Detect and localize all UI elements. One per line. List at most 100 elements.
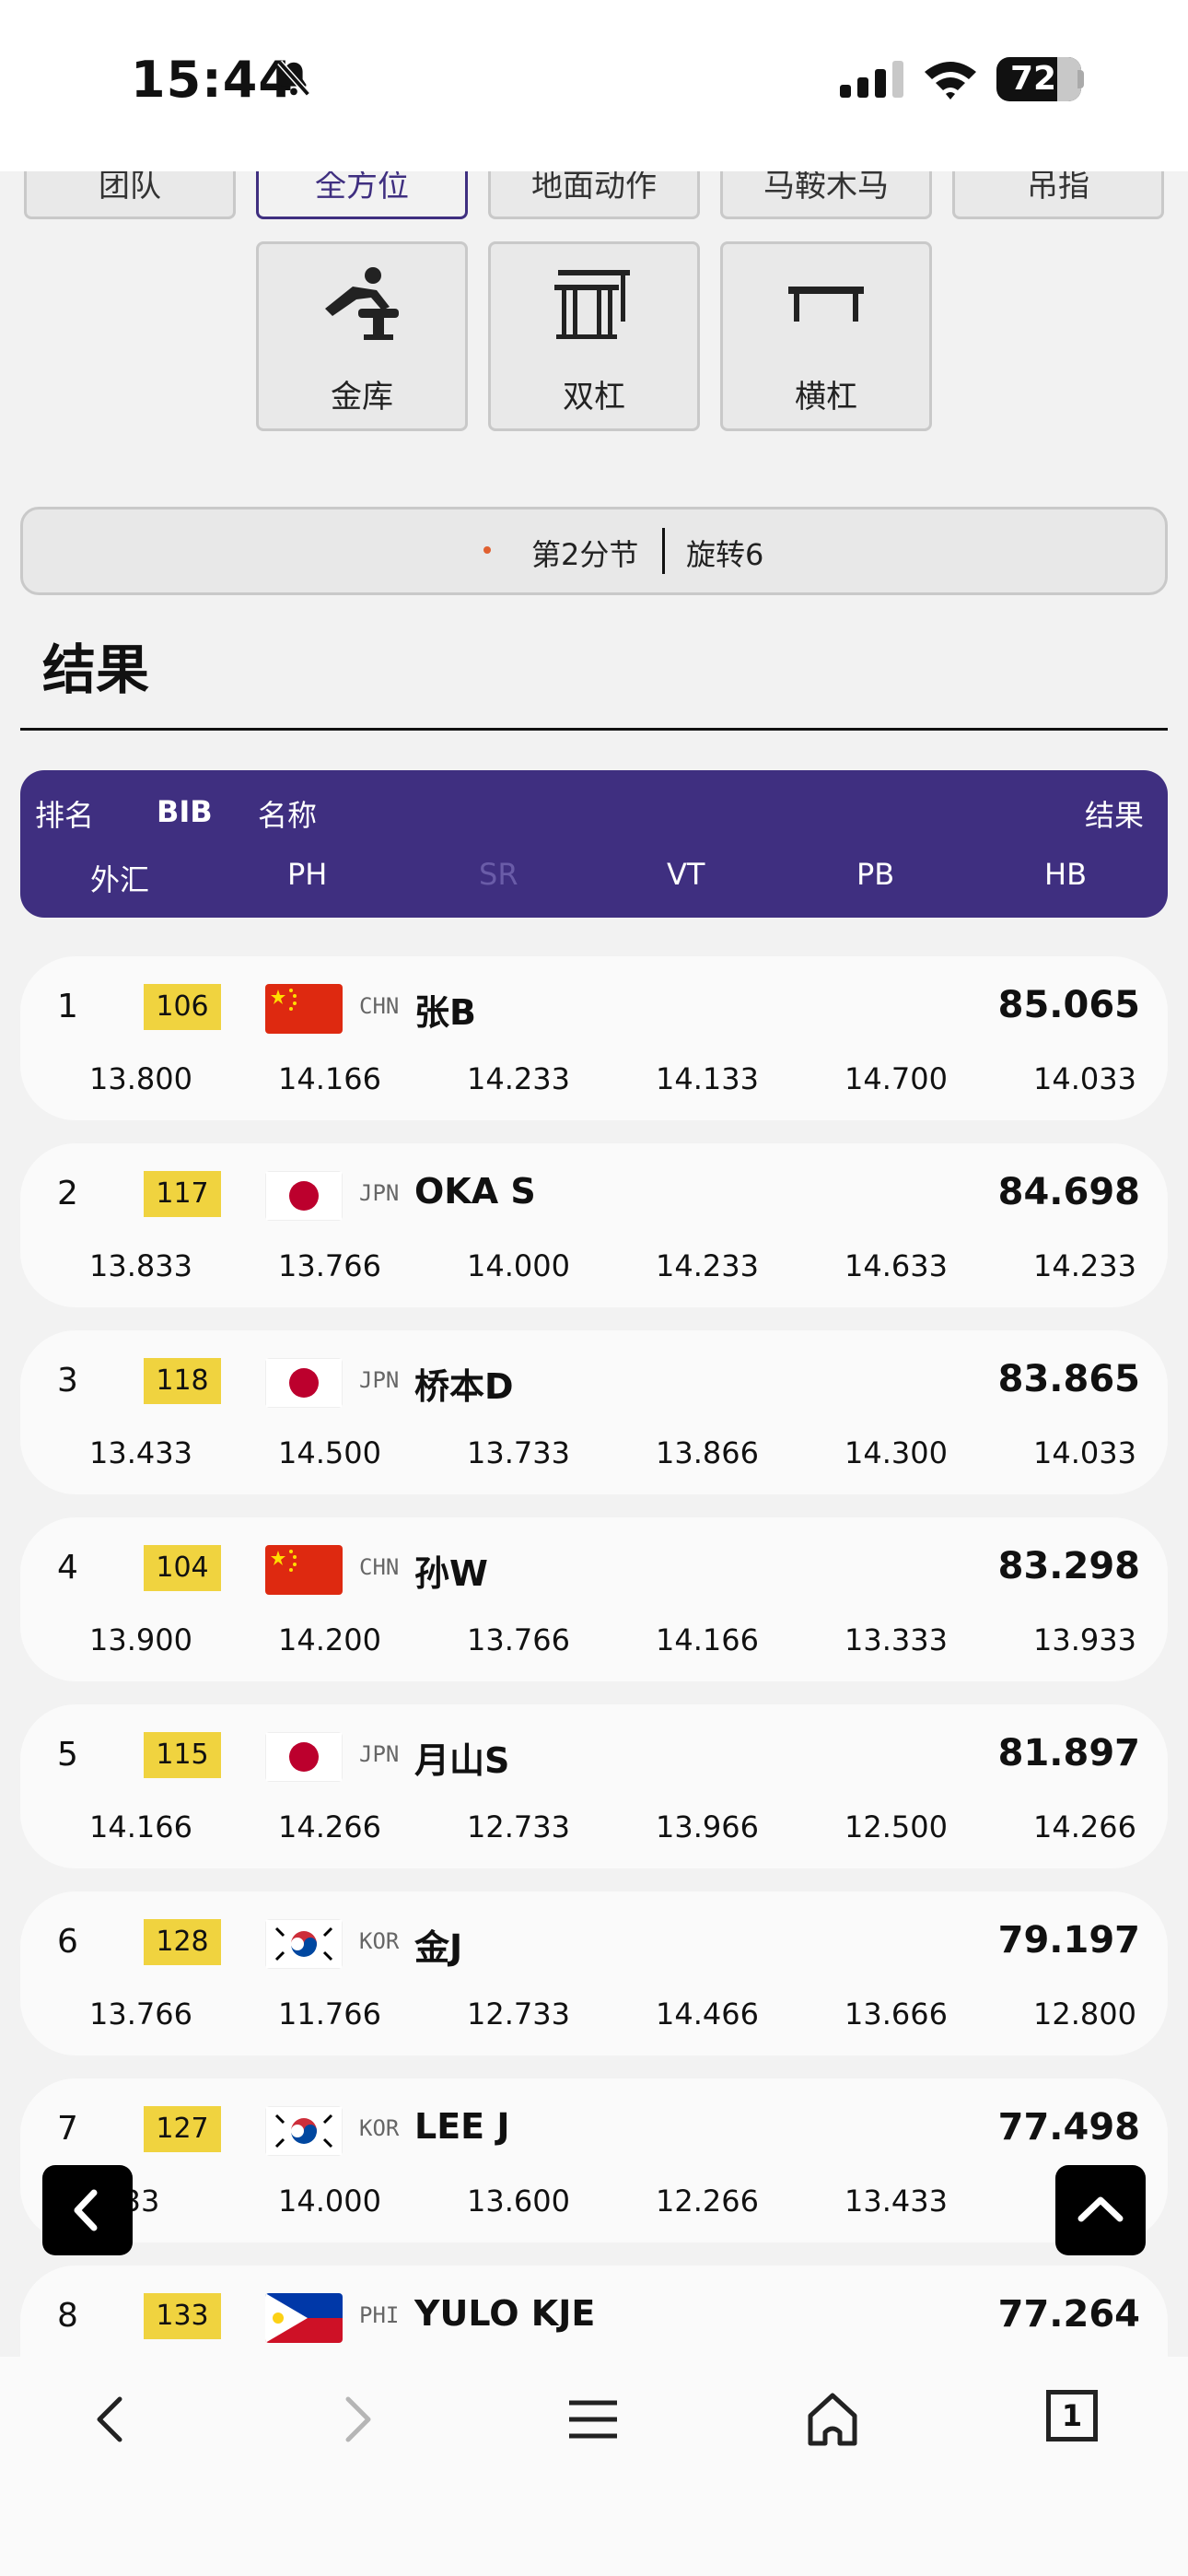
row-apparatus-score: 13.933 [1033,1622,1136,1657]
horizontal-bar-icon [788,287,864,322]
battery-level: 72 [1009,60,1057,98]
row-total-score: 77.498 [997,2106,1140,2149]
row-total-score: 84.698 [997,1171,1140,1213]
row-apparatus-score: 14.266 [278,1809,381,1844]
row-bib: 106 [144,984,221,1030]
row-bib: 104 [144,1545,221,1591]
tab-floor[interactable]: 地面动作 [488,168,700,219]
flag-icon [265,1919,343,1969]
flag-icon [265,2106,343,2156]
row-apparatus-score: 13.766 [278,1248,381,1283]
back-float-button[interactable] [42,2165,133,2255]
result-row[interactable]: 5 115 JPN 月山S 81.897 14.166 14.266 12.733 13.966… [20,1704,1168,1868]
forward-arrow-icon[interactable] [326,2390,385,2449]
tab-team[interactable]: 团队 [24,168,236,219]
tab-pommel-horse[interactable]: 马鞍木马 [720,168,932,219]
row-rank: 5 [57,1736,78,1774]
row-total-score: 83.298 [997,1545,1140,1587]
row-apparatus-score: 13.333 [844,1622,948,1657]
tab-all-around[interactable]: 全方位 [256,168,468,219]
row-apparatus-score: 13.766 [89,1996,192,2032]
row-athlete-name: OKA S [414,1171,536,1212]
row-country-code: KOR [359,2115,400,2141]
header-hb: HB [1044,857,1088,892]
result-row[interactable]: 4 104 CHN 孙W 83.298 13.900 14.200 13.766 14.166 1… [20,1517,1168,1681]
tabs-button[interactable]: 1 [1046,2390,1098,2441]
row-country-code: CHN [359,993,400,1019]
browser-toolbar: 1 [0,2357,1188,2576]
scroll-top-button[interactable] [1055,2165,1146,2255]
flag-icon [265,2293,343,2343]
row-apparatus-score: 13.866 [656,1435,759,1470]
row-apparatus-score: 14.033 [1033,1435,1136,1470]
tab-vault[interactable]: 金库 [256,241,468,431]
result-row[interactable]: 3 118 JPN 桥本D 83.865 13.433 14.500 13.733 13.866… [20,1330,1168,1494]
row-apparatus-score: 13.833 [89,1248,192,1283]
tabs-count: 1 [1061,2398,1083,2433]
row-total-score: 81.897 [997,1732,1140,1774]
row-apparatus-score: 13.966 [656,1809,759,1844]
tab-parallel-bars[interactable]: 双杠 [488,241,700,431]
row-bib: 133 [144,2293,221,2339]
flag-icon [265,1545,343,1595]
row-country-code: JPN [359,1367,400,1393]
back-arrow-icon[interactable] [83,2390,142,2449]
tab-horizontal-bar[interactable]: 横杠 [720,241,932,431]
row-rank: 7 [57,2110,78,2148]
chevron-left-icon [74,2189,98,2231]
row-apparatus-score: 13.433 [89,1435,192,1470]
flag-icon [265,984,343,1034]
header-bib: BIB [157,794,213,829]
row-apparatus-score: 14.166 [89,1809,192,1844]
row-rank: 4 [57,1549,78,1587]
row-total-score: 85.065 [997,984,1140,1026]
row-athlete-name: 金J [414,1927,463,1968]
session-banner[interactable]: 第2分节 旋转6 [20,507,1168,595]
tab-rings[interactable]: 吊指 [952,168,1164,219]
battery-icon: 72 [996,57,1081,101]
row-country-code: JPN [359,1180,400,1206]
result-row[interactable]: 7 127 KOR LEE J 77.498 33 14.000 13.600 12.266 13… [20,2078,1168,2242]
row-athlete-name: 月山S [414,1740,510,1781]
row-apparatus-score: 14.000 [467,1248,570,1283]
row-country-code: JPN [359,1741,400,1767]
result-row[interactable]: 6 128 KOR 金J 79.197 13.766 11.766 12.733 14.466 1… [20,1891,1168,2055]
row-apparatus-score: 14.300 [844,1435,948,1470]
session-part: 第2分节 [531,537,639,572]
home-icon[interactable] [803,2390,862,2449]
cellular-signal-icon [840,61,903,98]
results-table-header: 排名 BIB 名称 结果 外汇 PH SR VT PB HB [20,770,1168,918]
row-total-score: 83.865 [997,1358,1140,1400]
flag-icon [265,1732,343,1782]
row-apparatus-score: 14.700 [844,1061,948,1096]
row-athlete-name: 孙W [414,1553,488,1594]
row-apparatus-score: 14.266 [1033,1809,1136,1844]
row-apparatus-score: 12.733 [467,1809,570,1844]
row-athlete-name: YULO KJE [414,2293,596,2334]
header-fx: 外汇 [90,862,150,897]
header-rank: 排名 [35,798,95,833]
row-apparatus-score: 13.733 [467,1435,570,1470]
row-athlete-name: 张B [414,992,476,1033]
result-row[interactable]: 2 117 JPN OKA S 84.698 13.833 13.766 14.000 14.2… [20,1143,1168,1307]
row-apparatus-score: 14.200 [278,1622,381,1657]
parallel-bars-icon [554,270,630,339]
menu-icon[interactable] [564,2390,623,2449]
result-row[interactable]: 1 106 CHN 张B 85.065 13.800 14.166 14.233 14.133 1… [20,956,1168,1120]
row-apparatus-score: 14.233 [467,1061,570,1096]
row-apparatus-score: 14.133 [656,1061,759,1096]
row-rank: 2 [57,1175,78,1212]
bell-muted-icon [277,60,310,97]
row-rank: 6 [57,1923,78,1961]
live-dot [483,546,491,554]
chevron-up-icon [1077,2196,1124,2222]
row-country-code: KOR [359,1928,400,1954]
row-rank: 8 [57,2297,78,2335]
row-rank: 1 [57,988,78,1025]
header-name: 名称 [258,798,318,833]
row-apparatus-score: 14.466 [656,1996,759,2032]
row-apparatus-score: 13.666 [844,1996,948,2032]
separator [662,528,665,574]
row-total-score: 79.197 [997,1919,1140,1961]
row-apparatus-score: 12.266 [656,2184,759,2219]
